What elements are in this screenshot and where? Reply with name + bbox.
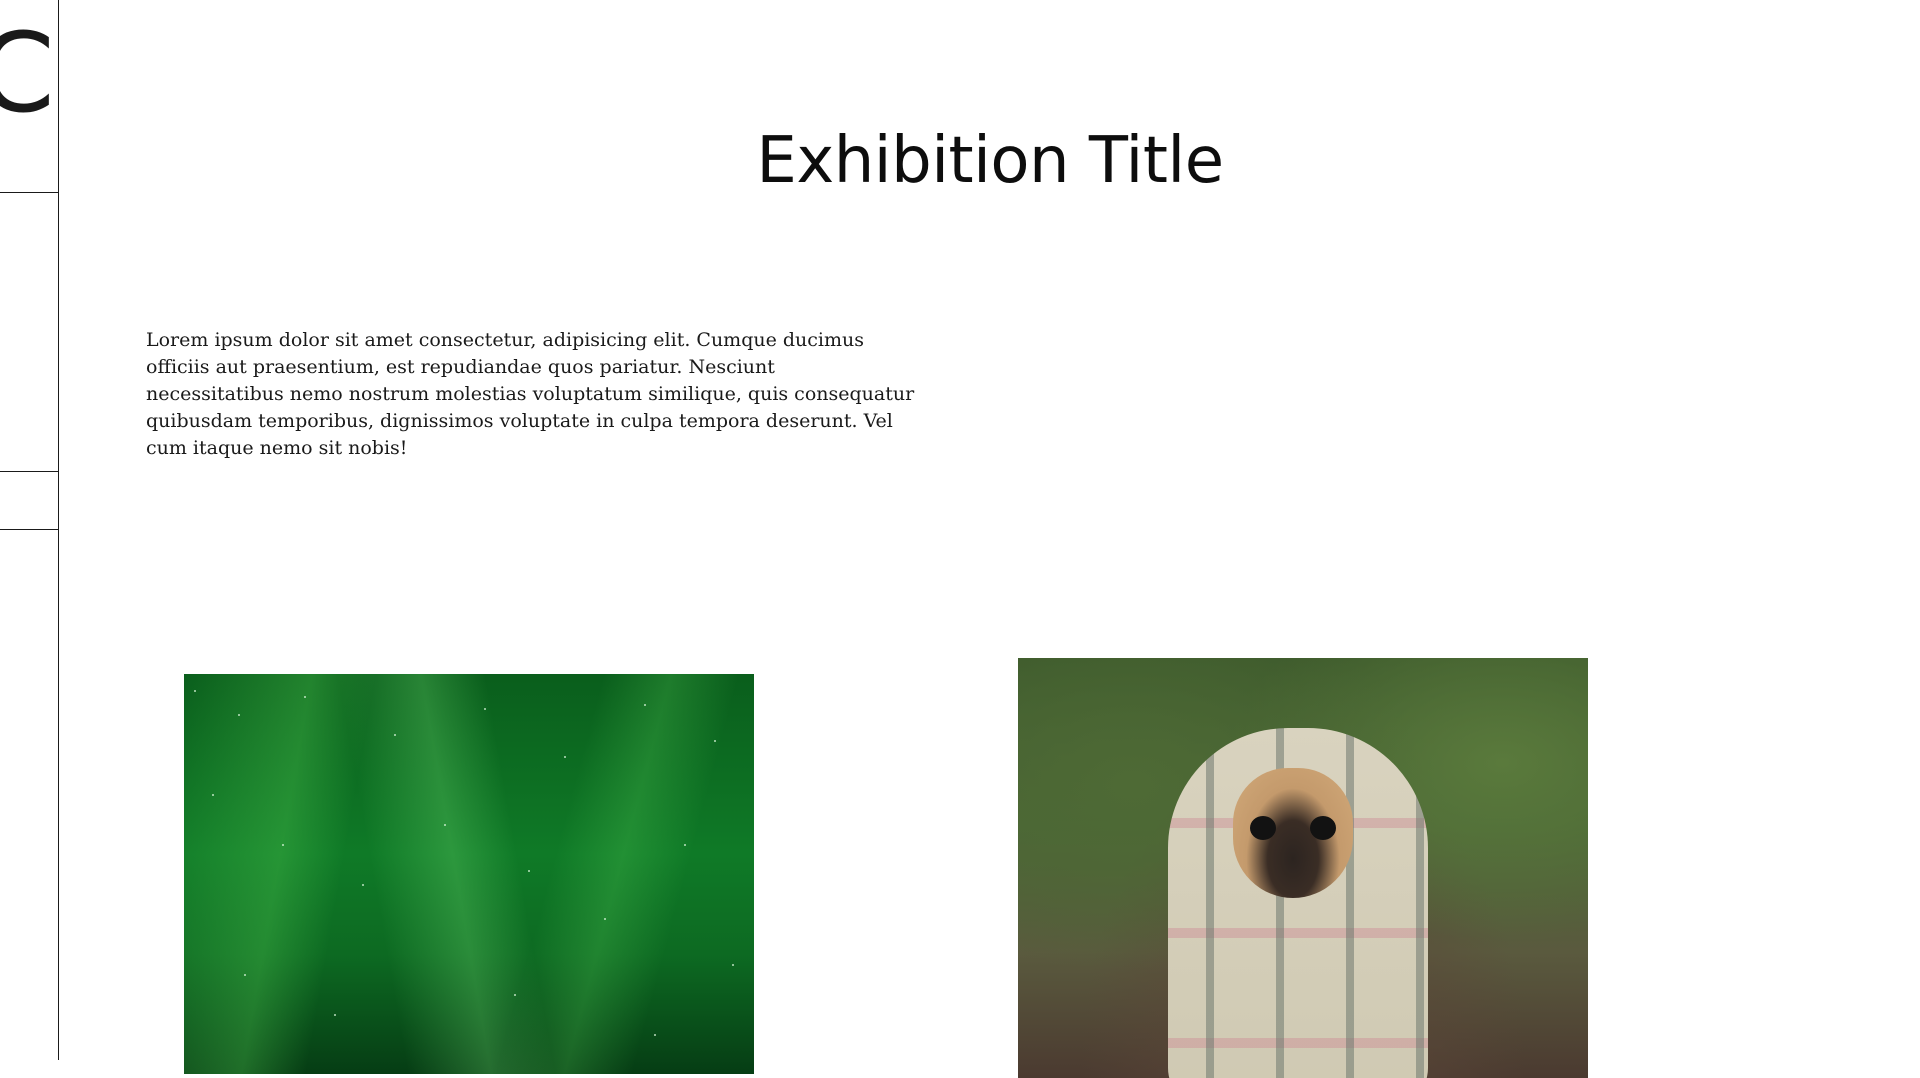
pug-in-blanket-image[interactable] xyxy=(1018,658,1588,1078)
star-dot xyxy=(684,844,686,846)
pug-eye-shape xyxy=(1250,816,1276,840)
star-dot xyxy=(394,734,396,736)
rail-section-small xyxy=(0,472,59,530)
star-dot xyxy=(304,696,306,698)
logo-glyph: C xyxy=(0,18,55,128)
star-dot xyxy=(238,714,240,716)
star-dot xyxy=(194,690,196,692)
star-dot xyxy=(444,824,446,826)
star-dot xyxy=(362,884,364,886)
star-dot xyxy=(334,1014,336,1016)
star-dot xyxy=(282,844,284,846)
pug-eye-shape xyxy=(1310,816,1336,840)
star-dot xyxy=(644,704,646,706)
star-dot xyxy=(604,918,606,920)
star-dot xyxy=(484,708,486,710)
aurora-image[interactable] xyxy=(184,674,754,1074)
page-title: Exhibition Title xyxy=(756,124,1224,198)
star-dot xyxy=(514,994,516,996)
star-dot xyxy=(714,740,716,742)
star-dot xyxy=(528,870,530,872)
rail-section xyxy=(0,193,59,472)
side-rail: C xyxy=(0,0,59,1060)
site-logo[interactable]: C xyxy=(0,0,59,193)
exhibition-description: Lorem ipsum dolor sit amet consectetur, … xyxy=(146,329,915,459)
star-dot xyxy=(564,756,566,758)
star-dot xyxy=(212,794,214,796)
star-dot xyxy=(732,964,734,966)
star-dot xyxy=(654,1034,656,1036)
star-dot xyxy=(244,974,246,976)
